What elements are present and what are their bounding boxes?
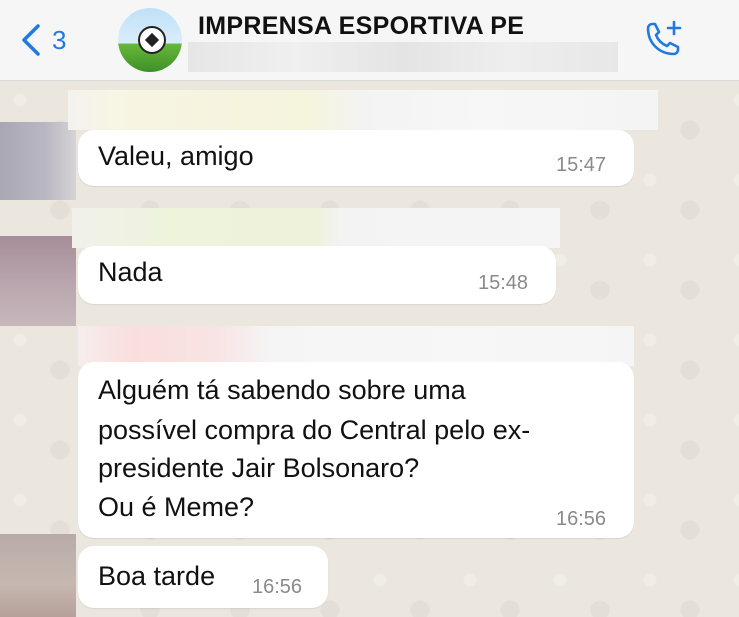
add-call-button[interactable] bbox=[640, 18, 684, 62]
add-call-icon bbox=[646, 20, 682, 56]
participants-blurred bbox=[188, 42, 618, 72]
sender-avatar-blurred bbox=[0, 122, 76, 200]
message-text-line: Ou é Meme? bbox=[98, 492, 255, 522]
message-text-line: possível compra do Central pelo ex- bbox=[98, 415, 531, 445]
message-bubble[interactable]: Boa tarde 16:56 bbox=[78, 546, 328, 608]
group-avatar[interactable] bbox=[118, 8, 182, 72]
message-time: 16:56 bbox=[556, 508, 607, 530]
soccer-ball-icon bbox=[138, 26, 166, 54]
message-bubble[interactable]: Alguém tá sabendo sobre uma possível com… bbox=[78, 362, 634, 538]
chevron-left-icon bbox=[22, 24, 40, 56]
sender-name-blurred bbox=[72, 208, 560, 248]
message-time: 16:56 bbox=[252, 576, 303, 598]
message-text-line: presidente Jair Bolsonaro? bbox=[98, 453, 420, 483]
message-bubble[interactable]: Nada 15:48 bbox=[78, 246, 556, 304]
message-time: 15:47 bbox=[556, 154, 607, 176]
message-time: 15:48 bbox=[478, 272, 529, 294]
sender-name-blurred bbox=[78, 326, 634, 366]
sender-name-blurred bbox=[68, 90, 658, 130]
sender-avatar-blurred bbox=[0, 236, 76, 326]
chat-header: 3 IMPRENSA ESPORTIVA PE bbox=[0, 0, 739, 81]
message-text: Nada bbox=[98, 257, 163, 287]
message-text: Boa tarde bbox=[98, 561, 216, 591]
back-button[interactable]: 3 bbox=[20, 22, 66, 58]
group-name[interactable]: IMPRENSA ESPORTIVA PE bbox=[198, 12, 524, 41]
sender-avatar-blurred bbox=[0, 534, 76, 617]
message-text: Valeu, amigo bbox=[98, 141, 254, 171]
message-text-line: Alguém tá sabendo sobre uma bbox=[98, 375, 466, 405]
message-bubble[interactable]: Valeu, amigo 15:47 bbox=[78, 130, 634, 186]
unread-count: 3 bbox=[52, 24, 67, 55]
